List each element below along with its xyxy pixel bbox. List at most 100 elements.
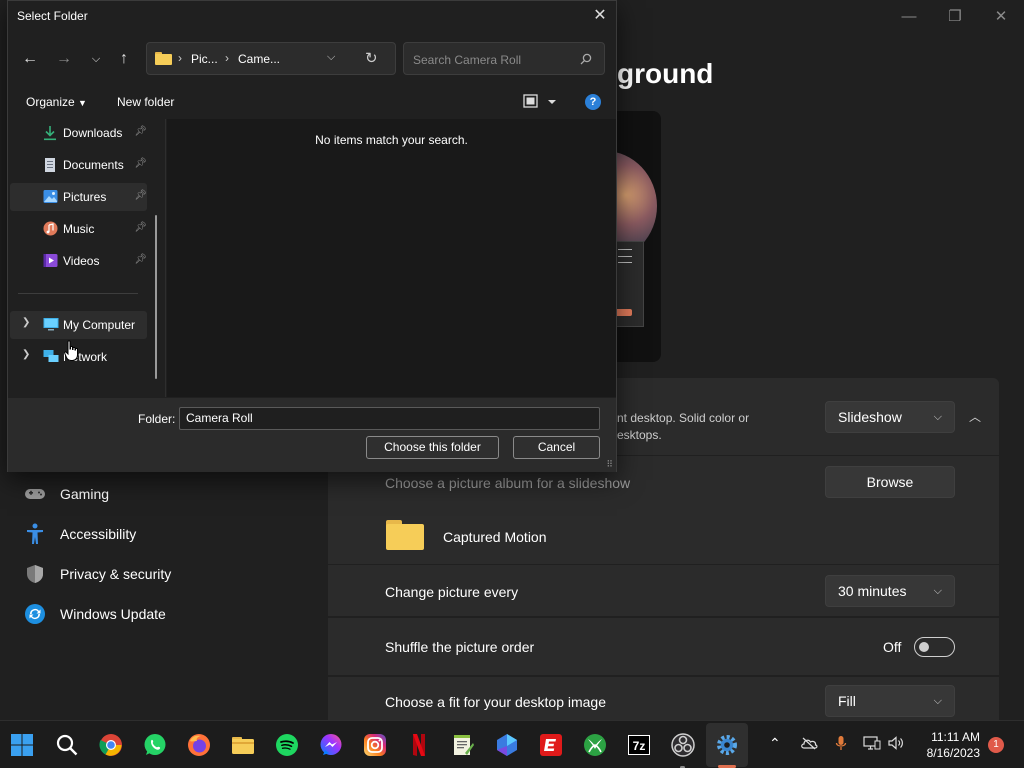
up-arrow-icon[interactable]: ↑ [112,47,136,71]
spotify-icon[interactable] [275,733,299,757]
pane-divider[interactable] [165,119,166,397]
refresh-icon[interactable]: ↻ [365,49,378,67]
taskbar: 7z ⌃ 11:11 AM 8/16/2023 1 [0,720,1024,768]
onedrive-offline-icon[interactable] [800,736,818,753]
tree-label: My Computer [63,318,136,332]
copilot-icon[interactable] [495,733,519,757]
navigation-scrollbar[interactable] [155,215,157,379]
address-bar[interactable]: › Pic... › Came... ⌵ ↻ [146,42,396,75]
empty-message: No items match your search. [315,133,468,147]
close-window-button[interactable]: ✕ [978,6,1024,28]
search-input[interactable]: Search Camera Roll [403,42,605,75]
chevron-down-icon: ⌵ [933,694,942,707]
tree-item-music[interactable]: Music 📌︎ [10,215,147,243]
tree-item-pictures[interactable]: Pictures 📌︎ [10,183,147,211]
tree-label: Downloads [63,126,123,140]
pin-icon: 📌︎ [134,158,147,169]
maximize-button[interactable]: ❐ [932,6,978,28]
start-icon[interactable] [10,733,34,757]
fit-dropdown[interactable]: Fill ⌵ [825,685,955,717]
windows-update-icon [24,603,46,625]
taskbar-search-icon[interactable] [55,733,79,757]
shuffle-state: Off [883,639,902,655]
nav-item-windows-update[interactable]: Windows Update [24,599,166,629]
cancel-button[interactable]: Cancel [513,436,600,459]
nav-item-privacy[interactable]: Privacy & security [24,559,171,589]
document-icon [43,157,57,173]
clock-date[interactable]: 8/16/2023 [910,746,980,760]
messenger-icon[interactable] [319,733,343,757]
pin-icon: 📌︎ [134,190,147,201]
netflix-icon[interactable] [407,733,431,757]
background-type-dropdown[interactable]: Slideshow ⌵ [825,401,955,433]
nav-item-gaming[interactable]: Gaming [24,479,109,509]
breadcrumb-pictures[interactable]: Pic... [191,52,218,66]
background-description: nt desktop. Solid color or [617,411,750,425]
gaming-icon [24,483,46,505]
file-list[interactable]: No items match your search. [167,119,616,397]
back-arrow-icon[interactable]: ← [18,47,42,71]
notification-badge[interactable]: 1 [988,737,1004,753]
pin-icon: 📌︎ [134,254,147,265]
view-options-button[interactable] [523,93,563,111]
nav-label: Accessibility [60,526,137,542]
videos-icon [43,253,58,269]
recent-locations-chevron-icon[interactable]: ⌵ [84,47,108,71]
breadcrumb-camera-roll[interactable]: Came... [238,52,280,66]
background-description: esktops. [617,428,662,442]
tree-label: Music [63,222,95,236]
navigation-pane: Downloads 📌︎ Documents 📌︎ Pictures 📌︎ Mu… [8,119,166,397]
fit-label: Choose a fit for your desktop image [385,694,607,710]
address-dropdown-icon[interactable]: ⌵ [327,51,335,64]
notepad-plus-icon[interactable] [451,733,475,757]
tree-item-videos[interactable]: Videos 📌︎ [10,247,147,275]
search-icon[interactable] [580,52,592,70]
command-bar: Organize ▼ New folder ? [8,87,616,117]
close-icon[interactable]: ✕ [588,4,612,28]
nav-item-accessibility[interactable]: Accessibility [24,519,136,549]
folder-name-input[interactable]: Camera Roll [179,407,600,430]
folder-icon [155,52,172,65]
expand-chevron-icon[interactable]: ❯ [22,349,30,360]
minimize-button[interactable]: — [886,6,932,28]
espn-icon[interactable] [539,733,563,757]
settings-gear-icon[interactable] [715,733,739,757]
expand-chevron-icon[interactable]: ❯ [22,317,30,328]
tree-item-documents[interactable]: Documents 📌︎ [10,151,147,179]
instagram-icon[interactable] [363,733,387,757]
chrome-icon[interactable] [99,733,123,757]
pin-icon: 📌︎ [134,126,147,137]
clock-time[interactable]: 11:11 AM [910,730,980,744]
organize-button[interactable]: Organize ▼ [26,95,87,109]
resize-grip-icon[interactable]: ⠿ [606,459,613,470]
shield-icon [24,563,46,585]
microphone-icon[interactable] [835,735,847,755]
firefox-icon[interactable] [187,733,211,757]
tree-divider [18,293,138,294]
computer-icon [43,317,59,333]
dropdown-caret-icon: ▼ [78,98,87,108]
help-icon[interactable]: ? [585,94,601,110]
obs-studio-icon[interactable] [671,733,695,757]
music-icon [43,221,58,237]
seven-zip-icon[interactable]: 7z [627,733,651,757]
download-icon [43,125,57,141]
file-explorer-icon[interactable] [231,733,255,757]
network-status-icon[interactable] [863,735,881,754]
change-interval-value: 30 minutes [838,583,907,599]
show-hidden-icons-chevron-icon[interactable]: ⌃ [769,735,781,752]
tree-item-my-computer[interactable]: ❯ My Computer [10,311,147,339]
shuffle-toggle[interactable] [914,637,955,657]
whatsapp-icon[interactable] [143,733,167,757]
new-folder-button[interactable]: New folder [117,95,174,109]
collapse-chevron-icon[interactable]: ︿ [960,402,990,432]
chevron-down-icon: ⌵ [933,410,942,423]
volume-icon[interactable] [887,735,905,754]
tree-item-downloads[interactable]: Downloads 📌︎ [10,119,147,147]
browse-button[interactable]: Browse [825,466,955,498]
xbox-icon[interactable] [583,733,607,757]
choose-folder-button[interactable]: Choose this folder [366,436,499,459]
change-interval-dropdown[interactable]: 30 minutes ⌵ [825,575,955,607]
forward-arrow-icon[interactable]: → [52,47,76,71]
chevron-down-icon: ⌵ [933,584,942,597]
